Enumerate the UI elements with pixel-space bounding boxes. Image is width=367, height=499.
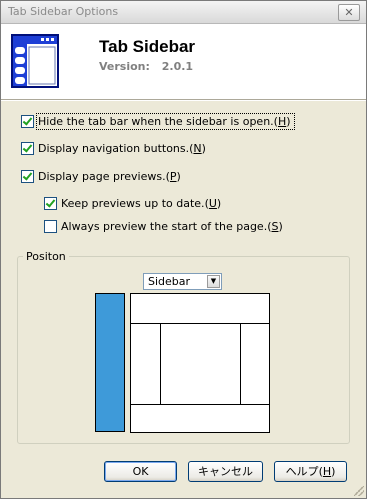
keep-previews-label: Keep previews up to date.(U) xyxy=(61,197,222,210)
page-previews-checkbox[interactable] xyxy=(21,170,34,183)
keep-previews-option[interactable]: Keep previews up to date.(U) xyxy=(44,196,221,211)
position-legend: Positon xyxy=(26,250,66,263)
page-previews-label: Display page previews.(P) xyxy=(38,170,181,183)
preview-top-line xyxy=(131,323,269,324)
preview-bottom-line xyxy=(131,404,269,405)
window-title: Tab Sidebar Options xyxy=(8,5,119,18)
close-button[interactable]: ✕ xyxy=(338,4,360,21)
dropdown-arrow-icon[interactable]: ▼ xyxy=(207,275,220,288)
app-title: Tab Sidebar xyxy=(99,37,196,56)
nav-buttons-option[interactable]: Display navigation buttons.(N) xyxy=(21,141,206,156)
keep-previews-checkbox[interactable] xyxy=(44,197,57,210)
header-separator xyxy=(1,99,366,101)
version-label: Version: xyxy=(99,60,150,73)
preview-start-label: Always preview the start of the page.(S) xyxy=(61,220,283,233)
preview-right-line xyxy=(240,323,241,405)
hide-tabbar-checkbox[interactable] xyxy=(21,115,34,128)
position-preview-page xyxy=(130,293,270,433)
cancel-button[interactable]: キャンセル xyxy=(188,461,263,482)
nav-buttons-checkbox[interactable] xyxy=(21,142,34,155)
hide-tabbar-option[interactable]: Hide the tab bar when the sidebar is ope… xyxy=(21,113,295,130)
ok-button[interactable]: OK xyxy=(104,461,177,482)
preview-left-line xyxy=(160,323,161,405)
page-previews-option[interactable]: Display page previews.(P) xyxy=(21,169,181,184)
nav-buttons-label: Display navigation buttons.(N) xyxy=(38,142,206,155)
preview-start-option[interactable]: Always preview the start of the page.(S) xyxy=(44,219,283,234)
version-value: 2.0.1 xyxy=(161,60,194,73)
version-info: Version: 2.0.1 xyxy=(99,60,193,73)
help-button[interactable]: ヘルプ(H) xyxy=(274,461,347,482)
preview-start-checkbox[interactable] xyxy=(44,220,57,233)
position-select[interactable]: Sidebar ▼ xyxy=(143,273,222,290)
close-icon: ✕ xyxy=(344,6,354,19)
position-select-value: Sidebar xyxy=(148,275,191,288)
options-dialog: Tab Sidebar Options ✕ Tab Sidebar Versio… xyxy=(0,0,367,499)
hide-tabbar-label: Hide the tab bar when the sidebar is ope… xyxy=(36,113,295,130)
tab-sidebar-app-icon xyxy=(11,34,59,88)
title-bar[interactable]: Tab Sidebar Options ✕ xyxy=(1,1,366,24)
resize-grip-icon[interactable] xyxy=(354,486,364,496)
position-preview-sidebar xyxy=(95,293,125,432)
